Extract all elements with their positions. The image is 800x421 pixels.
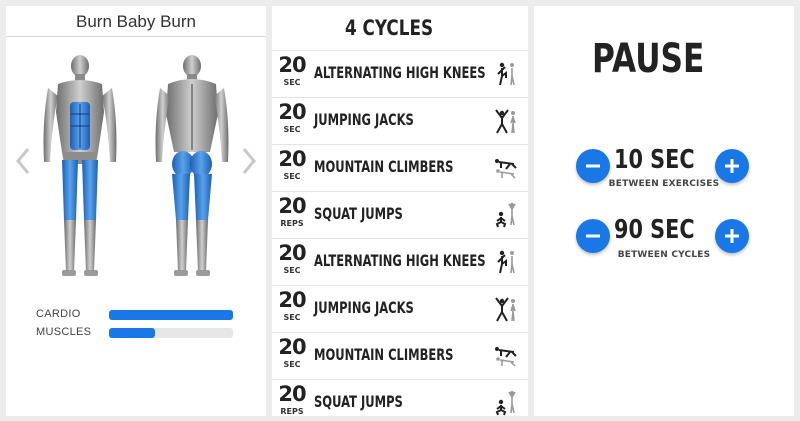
exercise-unit: REPS (280, 219, 304, 228)
exercise-name: JUMPING JACKS (314, 298, 414, 317)
exercise-unit: SEC (283, 360, 301, 369)
pause-panel: PAUSE 10 SEC BETWEEN EXERCISES 90 SEC BE… (534, 6, 794, 416)
squat-jumps-icon (494, 390, 518, 416)
exercise-amount: 20 (278, 147, 306, 171)
cardio-label: CARDIO (36, 308, 81, 320)
exercise-rest-value: 10 SEC (613, 145, 695, 175)
exercise-amount: 20 (278, 194, 306, 218)
exercise-unit: REPS (280, 407, 304, 416)
exercise-row[interactable]: 20 REPS SQUAT JUMPS (272, 191, 528, 238)
cardio-bar-fill (109, 310, 233, 320)
plus-icon (725, 159, 739, 173)
exercise-row[interactable]: 20 SEC JUMPING JACKS (272, 285, 528, 332)
muscles-bar-track (109, 328, 233, 338)
exercise-row[interactable]: 20 SEC MOUNTAIN CLIMBERS (272, 332, 528, 379)
cycles-panel: 4 CYCLES 20 SEC ALTERNATING HIGH KNEES 20 SE… (272, 6, 528, 416)
cycle-rest-value: 90 SEC (613, 215, 695, 245)
mountain-climbers-icon (494, 155, 518, 181)
exercise-rest-caption: BETWEEN EXERCISES (608, 179, 720, 189)
front-body-figure (43, 55, 117, 276)
jumping-jacks-icon (494, 108, 518, 134)
exercise-amount: 20 (278, 288, 306, 312)
exercise-rest-increase-button[interactable] (715, 149, 749, 183)
high-knees-icon (494, 249, 518, 275)
exercise-amount: 20 (278, 241, 306, 265)
exercise-amount: 20 (278, 53, 306, 77)
plus-icon (725, 229, 739, 243)
exercise-name: JUMPING JACKS (314, 110, 414, 129)
exercise-unit: SEC (283, 172, 301, 181)
exercise-name: MOUNTAIN CLIMBERS (314, 157, 454, 176)
exercise-row[interactable]: 20 SEC MOUNTAIN CLIMBERS (272, 144, 528, 191)
exercise-name: SQUAT JUMPS (314, 392, 403, 411)
exercise-name: SQUAT JUMPS (314, 204, 403, 223)
previous-arrow-icon[interactable] (14, 146, 32, 176)
mountain-climbers-icon (494, 343, 518, 369)
back-body-figure (155, 55, 229, 276)
cycle-rest-increase-button[interactable] (715, 219, 749, 253)
cycles-heading: 4 CYCLES (344, 16, 434, 40)
exercise-row[interactable]: 20 REPS SQUAT JUMPS (272, 379, 528, 416)
exercise-amount: 20 (278, 100, 306, 124)
workout-panel: Burn Baby Burn CARDIO MUSCLES (6, 6, 266, 416)
exercise-name: MOUNTAIN CLIMBERS (314, 345, 454, 364)
exercise-unit: SEC (283, 78, 301, 87)
next-arrow-icon[interactable] (240, 146, 258, 176)
exercise-row[interactable]: 20 SEC ALTERNATING HIGH KNEES (272, 238, 528, 285)
muscles-bar-fill (109, 328, 155, 338)
muscle-figures (43, 55, 229, 276)
exercise-unit: SEC (283, 313, 301, 322)
cycle-rest-caption: BETWEEN CYCLES (617, 250, 711, 260)
title-divider (6, 36, 266, 37)
high-knees-icon (494, 61, 518, 87)
exercise-amount: 20 (278, 382, 306, 406)
exercise-amount: 20 (278, 335, 306, 359)
muscles-stat: MUSCLES (36, 326, 236, 340)
squat-jumps-icon (494, 202, 518, 228)
cardio-stat: CARDIO (36, 308, 236, 322)
pause-title: PAUSE (592, 36, 705, 82)
exercise-row[interactable]: 20 SEC JUMPING JACKS (272, 97, 528, 144)
exercise-unit: SEC (283, 266, 301, 275)
exercise-unit: SEC (283, 125, 301, 134)
cardio-bar-track (109, 310, 233, 320)
muscles-label: MUSCLES (36, 326, 92, 338)
jumping-jacks-icon (494, 296, 518, 322)
workout-title: Burn Baby Burn (75, 12, 196, 31)
exercise-row[interactable]: 20 SEC ALTERNATING HIGH KNEES (272, 50, 528, 97)
